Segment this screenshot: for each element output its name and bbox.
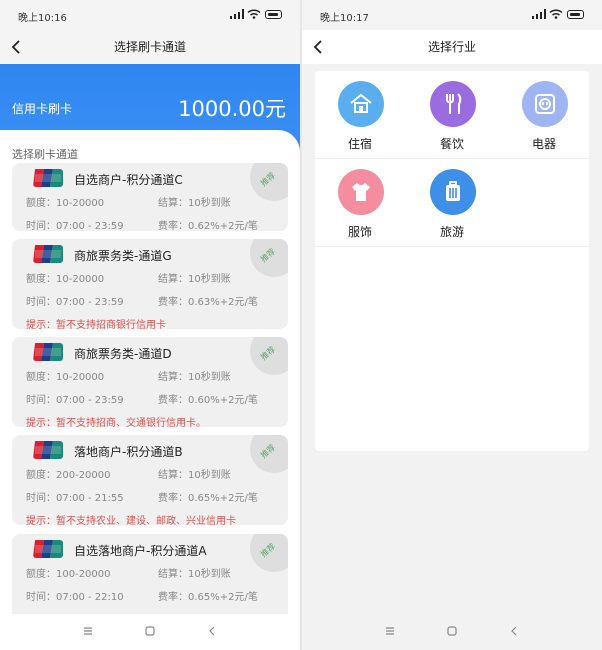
channel-hint: 提示：暂不支持农业、建设、邮政、兴业信用卡 xyxy=(26,516,236,525)
channel-card[interactable]: 自选落地商户-积分通道A 额度：100-20000 结算：10秒到账时间：07:00… xyxy=(12,534,288,624)
channel-limit: 额度：200-20000 xyxy=(26,470,111,481)
house-icon xyxy=(350,93,372,113)
battery-icon xyxy=(265,10,282,19)
channel-settlement: 结算：10秒到账 xyxy=(158,569,231,580)
industry-label: 餐饮 xyxy=(439,137,464,151)
channel-limit: 额度：100-20000 xyxy=(26,569,111,580)
page-title: 选择刷卡通道 xyxy=(113,40,186,54)
home-icon[interactable] xyxy=(144,625,156,637)
channel-card[interactable]: 商旅票务类-通道G 额度：10-20000 结算：10秒到账时间：07:00 - 2… xyxy=(12,239,288,329)
channel-name: 商旅票务类-通道D xyxy=(74,347,172,361)
unionpay-logo-icon xyxy=(33,245,63,263)
socket-icon xyxy=(535,94,555,114)
channel-limit: 额度：10-20000 xyxy=(26,198,105,209)
industry-circle xyxy=(430,169,476,215)
industry-label: 服饰 xyxy=(347,225,372,239)
channel-settlement: 结算：10秒到账 xyxy=(158,470,231,481)
channel-fee-rate: 费率：0.65%+2元/笔 xyxy=(158,493,258,504)
channel-hours: 时间：07:00 - 23:59 xyxy=(26,221,124,231)
industry-item-appliance[interactable]: 电器 xyxy=(499,71,589,159)
status-time: 晚上10:16 xyxy=(18,13,67,24)
channel-settlement: 结算：10秒到账 xyxy=(158,372,231,383)
channel-limit: 额度：10-20000 xyxy=(26,274,105,285)
channel-settlement: 结算：10秒到账 xyxy=(158,198,231,209)
wifi-icon xyxy=(247,9,261,19)
channel-hint: 提示：暂不支持招商银行信用卡 xyxy=(26,320,166,329)
industry-circle xyxy=(522,81,568,127)
shirt-icon xyxy=(352,183,370,201)
channel-name: 自选落地商户-积分通道A xyxy=(74,544,207,558)
channel-hours: 时间：07:00 - 23:59 xyxy=(26,395,124,406)
stamp-text: 推荐 xyxy=(258,344,278,363)
industry-circle xyxy=(338,81,384,127)
channel-card[interactable]: 落地商户-积分通道B 额度：200-20000 结算：10秒到账时间：07:00 -… xyxy=(12,435,288,525)
channel-name: 商旅票务类-通道G xyxy=(74,249,172,263)
channel-hours: 时间：07:00 - 21:55 xyxy=(26,493,124,504)
wifi-icon xyxy=(549,9,563,19)
stamp-text: 推荐 xyxy=(258,246,278,265)
industry-circle xyxy=(338,169,384,215)
signal-icon xyxy=(230,9,244,19)
system-nav-bar xyxy=(0,614,300,650)
channel-fee-rate: 费率：0.60%+2元/笔 xyxy=(158,395,258,406)
menu-icon[interactable] xyxy=(82,625,94,637)
channel-hours: 时间：07:00 - 22:10 xyxy=(26,592,124,603)
unionpay-logo-icon xyxy=(33,343,63,361)
channel-select-screen: 晚上10:16 选择刷卡通道 信用卡刷卡 1000.00元 选择刷卡通道 自选商… xyxy=(0,0,300,650)
industry-circle xyxy=(430,81,476,127)
status-time: 晚上10:17 xyxy=(320,13,369,24)
status-bar: 晚上10:16 xyxy=(0,0,300,30)
channel-fee-rate: 费率：0.65%+2元/笔 xyxy=(158,592,258,603)
channel-hours: 时间：07:00 - 23:59 xyxy=(26,297,124,308)
industry-select-screen: 晚上10:17 选择行业 住宿 餐饮 电器 服饰 旅游 xyxy=(302,0,602,650)
recommend-stamp-icon: 推荐 xyxy=(250,337,288,375)
industry-label: 电器 xyxy=(531,137,556,151)
system-nav-bar xyxy=(302,614,602,650)
channel-hint: 提示：暂不支持招商、交通银行信用卡。 xyxy=(26,418,206,427)
menu-icon[interactable] xyxy=(384,625,396,637)
channel-name: 落地商户-积分通道B xyxy=(74,445,183,459)
battery-icon xyxy=(567,10,584,19)
channel-name: 自选商户-积分通道C xyxy=(74,173,183,187)
channel-fee-rate: 费率：0.62%+2元/笔 xyxy=(158,221,258,231)
suitcase-icon xyxy=(446,181,460,201)
stamp-text: 推荐 xyxy=(258,442,278,461)
recommend-stamp-icon: 推荐 xyxy=(250,239,288,277)
back-icon[interactable] xyxy=(508,625,520,637)
nav-bar: 选择刷卡通道 xyxy=(0,30,300,64)
unionpay-logo-icon xyxy=(33,441,63,459)
home-icon[interactable] xyxy=(446,625,458,637)
page-title: 选择行业 xyxy=(427,40,476,54)
nav-bar: 选择行业 xyxy=(302,30,602,64)
payment-type-label: 信用卡刷卡 xyxy=(12,102,73,116)
back-icon[interactable] xyxy=(206,625,218,637)
stamp-text: 推荐 xyxy=(258,541,278,560)
signal-icon xyxy=(532,9,546,19)
channel-fee-rate: 费率：0.63%+2元/笔 xyxy=(158,297,258,308)
industry-item-apparel[interactable]: 服饰 xyxy=(315,159,405,247)
unionpay-logo-icon xyxy=(33,169,63,187)
industry-item-travel[interactable]: 旅游 xyxy=(407,159,497,247)
industry-label: 住宿 xyxy=(347,137,372,151)
channel-card[interactable]: 商旅票务类-通道D 额度：10-20000 结算：10秒到账时间：07:00 - 2… xyxy=(12,337,288,427)
recommend-stamp-icon: 推荐 xyxy=(250,534,288,572)
section-title: 选择刷卡通道 xyxy=(12,148,78,161)
unionpay-logo-icon xyxy=(33,540,63,558)
recommend-stamp-icon: 推荐 xyxy=(250,435,288,473)
industry-grid: 住宿 餐饮 电器 服饰 旅游 xyxy=(315,71,589,451)
channel-limit: 额度：10-20000 xyxy=(26,372,105,383)
recommend-stamp-icon: 推荐 xyxy=(250,163,288,201)
status-bar: 晚上10:17 xyxy=(302,0,602,30)
channel-card[interactable]: 自选商户-积分通道C 额度：10-20000 结算：10秒到账时间：07:00 - … xyxy=(12,163,288,231)
payment-amount: 1000.00元 xyxy=(178,97,286,121)
industry-item-lodging[interactable]: 住宿 xyxy=(315,71,405,159)
row-divider xyxy=(315,246,589,247)
fork-knife-icon xyxy=(446,93,462,114)
industry-item-dining[interactable]: 餐饮 xyxy=(407,71,497,159)
industry-label: 旅游 xyxy=(439,225,464,239)
stamp-text: 推荐 xyxy=(258,170,278,189)
channel-settlement: 结算：10秒到账 xyxy=(158,274,231,285)
